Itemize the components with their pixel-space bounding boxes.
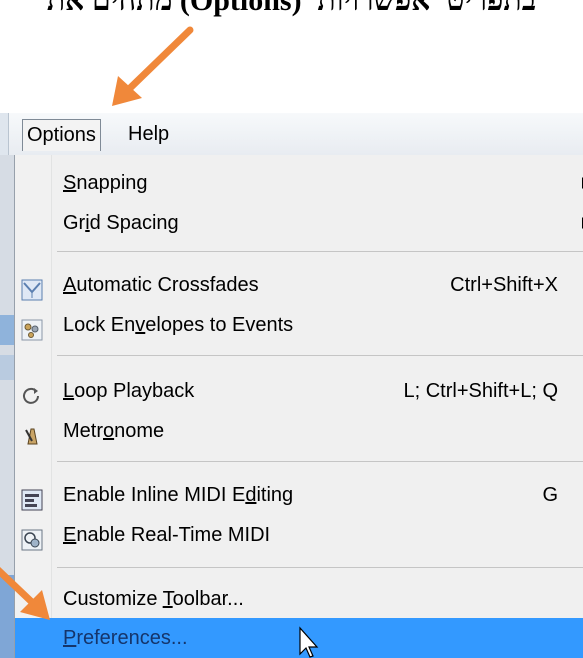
- menu-item-label: Grid Spacing: [63, 212, 179, 234]
- menu-help[interactable]: Help: [124, 119, 173, 149]
- crossfade-icon: [21, 275, 43, 301]
- menu-item-customize-toolbar[interactable]: Customize Toolbar...: [15, 579, 583, 619]
- loop-icon: [21, 381, 43, 404]
- menu-item-enable-inline-midi-editing[interactable]: Enable Inline MIDI Editing G: [15, 475, 583, 515]
- menu-item-automatic-crossfades[interactable]: Automatic Crossfades Ctrl+Shift+X: [15, 265, 583, 305]
- menu-item-label: Enable Inline MIDI Editing: [63, 484, 294, 506]
- options-dropdown-menu: Snapping Grid Spacing Automatic Crossfad…: [14, 155, 583, 658]
- strip-segment: [0, 315, 14, 345]
- menu-item-snapping[interactable]: Snapping: [15, 163, 583, 203]
- menu-item-enable-real-time-midi[interactable]: Enable Real-Time MIDI: [15, 515, 583, 555]
- menu-item-label: Snapping: [63, 172, 148, 194]
- menu-item-label: Automatic Crossfades: [63, 274, 259, 296]
- menu-separator: [57, 355, 583, 356]
- menu-item-label: Enable Real-Time MIDI: [63, 524, 271, 546]
- shortcut-text: G: [542, 484, 558, 506]
- menu-item-label: Metronome: [63, 420, 165, 442]
- menu-bar: Options Help: [0, 113, 583, 156]
- menu-item-metronome[interactable]: Metronome: [15, 411, 583, 451]
- inline-midi-icon: [21, 485, 43, 511]
- strip-segment: [0, 575, 14, 658]
- menu-item-lock-envelopes[interactable]: Lock Envelopes to Events: [15, 305, 583, 345]
- menu-item-loop-playback[interactable]: Loop Playback L; Ctrl+Shift+L; Q: [15, 371, 583, 411]
- menu-separator: [57, 251, 583, 252]
- menu-item-grid-spacing[interactable]: Grid Spacing: [15, 203, 583, 243]
- menubar-edge: [0, 113, 9, 155]
- metronome-icon: [21, 421, 43, 445]
- menu-item-label: Preferences...: [63, 627, 188, 649]
- strip-segment: [0, 355, 14, 380]
- realtime-midi-icon: [21, 525, 43, 551]
- shortcut-text: L; Ctrl+Shift+L; Q: [403, 380, 558, 402]
- menu-item-label: Customize Toolbar...: [63, 588, 244, 610]
- menu-options[interactable]: Options: [22, 119, 101, 151]
- menu-item-label: Lock Envelopes to Events: [63, 314, 294, 336]
- menu-separator: [57, 461, 583, 462]
- page-caption: בתפריט 'אפשרויות' (Options) מתחים את: [46, 0, 537, 17]
- menu-separator: [57, 567, 583, 568]
- menu-item-preferences[interactable]: Preferences...: [15, 618, 583, 658]
- shortcut-text: Ctrl+Shift+X: [450, 274, 558, 296]
- background-window-strip: [0, 155, 14, 658]
- lock-envelopes-icon: [21, 315, 43, 341]
- menu-item-label: Loop Playback: [63, 380, 195, 402]
